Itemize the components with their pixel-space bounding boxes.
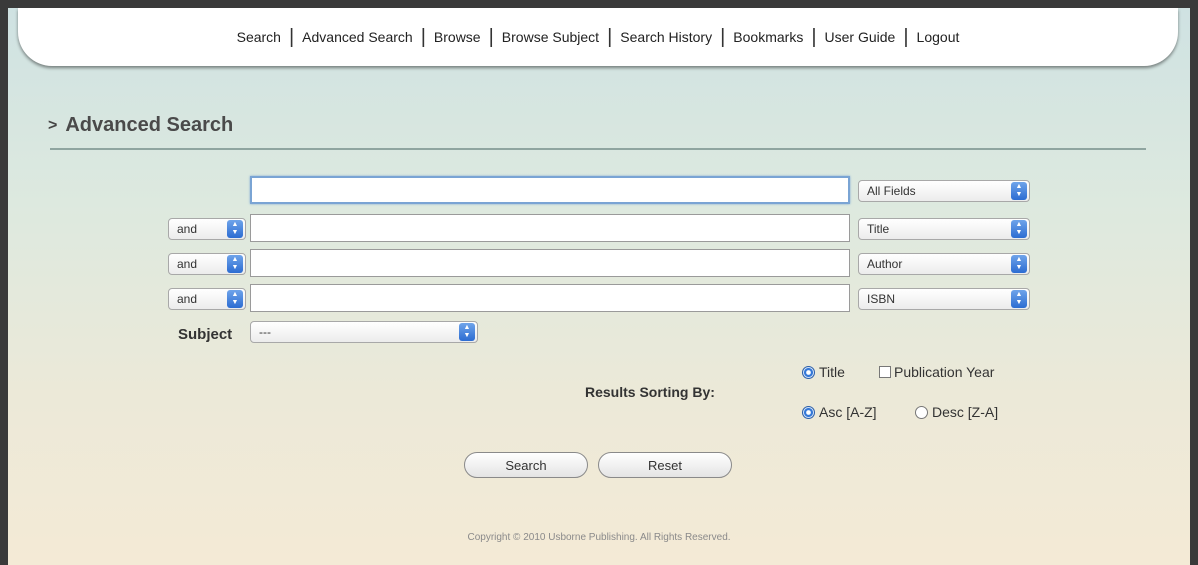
nav-link-browse[interactable]: Browse: [431, 29, 484, 45]
select-value: Title: [867, 222, 890, 236]
sort-by-title-option[interactable]: Title: [802, 364, 845, 380]
select-arrows-icon: ▲ ▼: [1011, 255, 1027, 273]
search-field-select-3[interactable]: Author ▲ ▼: [858, 253, 1030, 275]
select-arrows-icon: ▲ ▼: [1011, 290, 1027, 308]
nav-link-user-guide[interactable]: User Guide: [822, 29, 899, 45]
select-value: and: [177, 292, 198, 306]
search-field-select-4[interactable]: ISBN ▲ ▼: [858, 288, 1030, 310]
nav-link-logout[interactable]: Logout: [914, 29, 963, 45]
reset-button[interactable]: Reset: [598, 452, 732, 478]
boolean-operator-select-4[interactable]: and ▲ ▼: [168, 288, 246, 310]
select-arrows-icon: ▲ ▼: [1011, 220, 1027, 238]
nav-link-bookmarks[interactable]: Bookmarks: [730, 29, 806, 45]
option-label: Asc [A-Z]: [819, 404, 877, 420]
nav-link-browse-subject[interactable]: Browse Subject: [499, 29, 602, 45]
option-label: Title: [819, 364, 845, 380]
nav-separator: |: [420, 26, 426, 48]
select-arrows-icon: ▲ ▼: [227, 290, 243, 308]
sort-order-asc-option[interactable]: Asc [A-Z]: [802, 404, 877, 420]
search-term-input-4[interactable]: [250, 284, 850, 312]
search-button[interactable]: Search: [464, 452, 588, 478]
select-value: Author: [867, 257, 903, 271]
radio-selected-icon[interactable]: [802, 405, 815, 419]
checkbox-unchecked-icon[interactable]: [879, 366, 891, 378]
subject-label: Subject: [178, 326, 233, 343]
select-arrows-icon: ▲ ▼: [227, 255, 243, 273]
search-field-select-2[interactable]: Title ▲ ▼: [858, 218, 1030, 240]
search-term-input-3[interactable]: [250, 249, 850, 277]
select-value: ---: [259, 325, 271, 339]
page-background: Search | Advanced Search | Browse | Browse …: [8, 8, 1190, 565]
select-arrows-icon: ▲ ▼: [459, 323, 475, 341]
select-value: and: [177, 257, 198, 271]
page-heading: > Advanced Search: [48, 114, 233, 137]
select-arrows-icon: ▲ ▼: [227, 220, 243, 238]
boolean-operator-select-3[interactable]: and ▲ ▼: [168, 253, 246, 275]
boolean-operator-select-2[interactable]: and ▲ ▼: [168, 218, 246, 240]
nav-separator: |: [288, 26, 295, 48]
heading-divider: [50, 148, 1146, 150]
chevron-right-icon: >: [48, 116, 58, 134]
select-value: and: [177, 222, 198, 236]
nav-separator: |: [903, 26, 909, 48]
page-title: Advanced Search: [65, 114, 234, 136]
top-navigation-bar: Search | Advanced Search | Browse | Browse …: [18, 8, 1178, 66]
nav-separator: |: [607, 26, 613, 48]
radio-unselected-icon[interactable]: [915, 405, 928, 419]
nav-separator: |: [720, 26, 726, 48]
select-arrows-icon: ▲ ▼: [1011, 182, 1027, 200]
select-value: ISBN: [867, 292, 896, 306]
radio-selected-icon[interactable]: [802, 365, 815, 379]
search-term-input-2[interactable]: [250, 214, 850, 242]
sort-order-desc-option[interactable]: Desc [Z-A]: [915, 404, 998, 420]
copyright-notice: Copyright © 2010 Usborne Publishing. All…: [467, 532, 731, 543]
results-sorting-label: Results Sorting By:: [585, 384, 715, 400]
search-term-input-1[interactable]: [250, 176, 850, 204]
sort-by-publication-year-option[interactable]: Publication Year: [879, 364, 994, 380]
option-label: Publication Year: [894, 364, 995, 380]
subject-select[interactable]: --- ▲ ▼: [250, 321, 478, 343]
nav-link-search[interactable]: Search: [234, 29, 284, 45]
nav-link-search-history[interactable]: Search History: [617, 29, 715, 45]
option-label: Desc [Z-A]: [932, 404, 999, 420]
search-field-select-1[interactable]: All Fields ▲ ▼: [858, 180, 1030, 202]
nav-separator: |: [811, 26, 817, 48]
nav-link-advanced-search[interactable]: Advanced Search: [299, 29, 416, 45]
nav-separator: |: [488, 26, 494, 48]
select-value: All Fields: [867, 184, 916, 198]
